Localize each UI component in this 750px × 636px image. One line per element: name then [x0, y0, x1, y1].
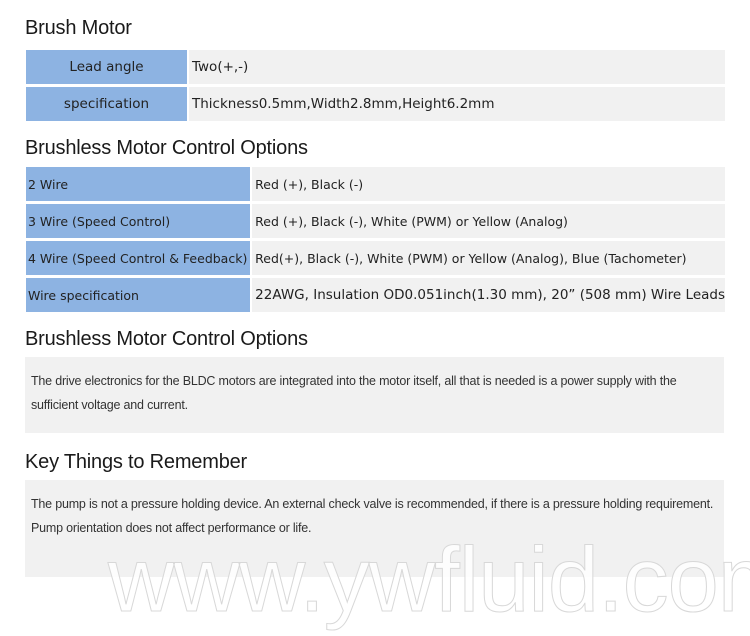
table-row: 2 Wire Red (+), Black (-)	[26, 167, 725, 201]
table-row: Lead angle Two(+,-)	[26, 50, 725, 84]
table-row: Wire specification 22AWG, Insulation OD0…	[26, 278, 725, 312]
brush-motor-table: Lead angle Two(+,-) specification Thickn…	[26, 47, 725, 124]
table-row: 4 Wire (Speed Control & Feedback) Red(+)…	[26, 241, 725, 275]
row-value: Red (+), Black (-), White (PWM) or Yello…	[252, 204, 725, 238]
row-label: specification	[26, 87, 189, 121]
brushless-options-table: 2 Wire Red (+), Black (-) 3 Wire (Speed …	[26, 164, 725, 315]
table-row: 3 Wire (Speed Control) Red (+), Black (-…	[26, 204, 725, 238]
table-row: specification Thickness0.5mm,Width2.8mm,…	[26, 87, 725, 121]
watermark-text: www.ywfluid.com	[107, 529, 750, 632]
row-label: Wire specification	[26, 278, 253, 312]
paragraph: The drive electronics for the BLDC motor…	[31, 374, 677, 412]
row-value: 22AWG, Insulation OD0.051inch(1.30 mm), …	[252, 278, 725, 312]
row-value: Red (+), Black (-)	[252, 167, 725, 201]
row-label: 4 Wire (Speed Control & Feedback)	[26, 241, 253, 275]
paragraph: The pump is not a pressure holding devic…	[31, 497, 714, 511]
row-label: Lead angle	[26, 50, 189, 84]
row-value: Thickness0.5mm,Width2.8mm,Height6.2mm	[189, 87, 725, 121]
brush-motor-title: Brush Motor	[25, 17, 132, 39]
brushless-text-box: The drive electronics for the BLDC motor…	[25, 357, 724, 433]
row-label: 3 Wire (Speed Control)	[26, 204, 253, 238]
key-things-title: Key Things to Remember	[25, 451, 247, 473]
brushless-text-title: Brushless Motor Control Options	[25, 328, 308, 350]
row-value: Two(+,-)	[189, 50, 725, 84]
brushless-options-title: Brushless Motor Control Options	[25, 137, 308, 159]
row-value: Red(+), Black (-), White (PWM) or Yellow…	[252, 241, 725, 275]
row-label: 2 Wire	[26, 167, 253, 201]
